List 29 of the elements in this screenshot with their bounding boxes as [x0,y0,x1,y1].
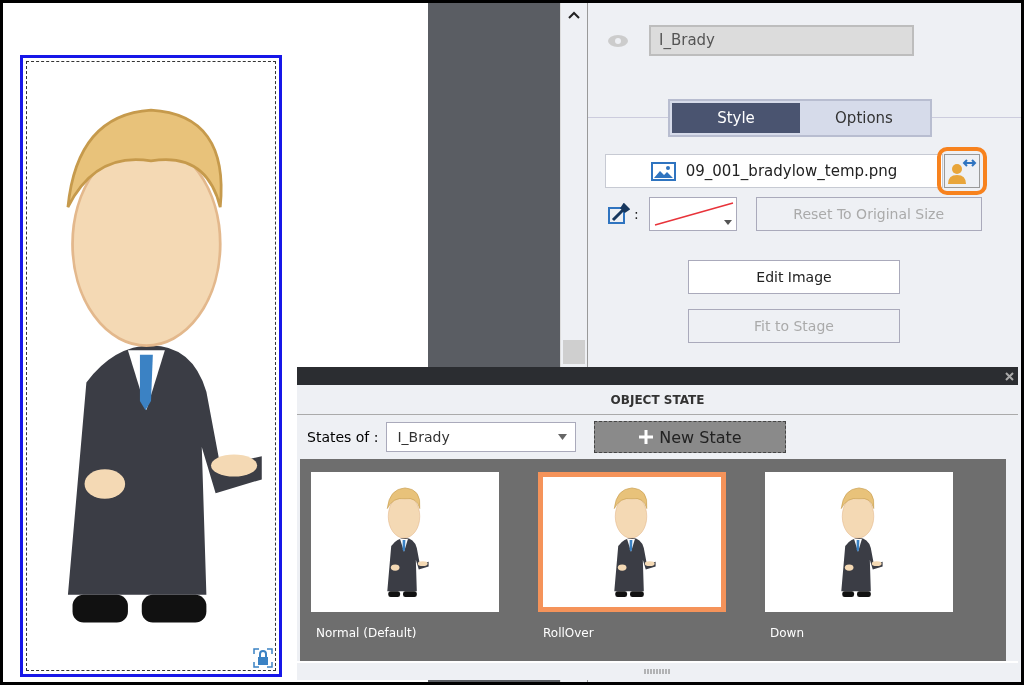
person-arrows-icon [947,158,977,184]
state-label: Down [769,626,805,640]
plus-icon [639,430,654,444]
stroke-style-dropdown[interactable] [648,197,737,231]
image-file-name: 09_001_bradylow_temp.png [685,162,898,180]
image-icon [650,161,676,181]
states-of-label: States of : [307,429,379,445]
object-select[interactable]: I_Brady [386,422,577,452]
state-thumbnail[interactable] [765,472,953,612]
dropdown-arrow-icon [558,434,568,440]
swap-image-button[interactable] [944,154,980,188]
colon-label: : [634,206,639,222]
edit-image-button[interactable]: Edit Image [688,260,900,294]
resize-grip-icon[interactable] [643,669,672,674]
close-icon[interactable] [1005,371,1014,381]
lock-icon[interactable] [253,648,273,668]
scrollbar-thumb[interactable] [563,340,585,364]
object-name-field[interactable]: I_Brady [649,25,914,56]
new-state-button[interactable]: New State [594,421,787,453]
state-label: RollOver [542,626,595,640]
image-file-field[interactable]: 09_001_bradylow_temp.png [605,154,943,188]
panel-title: OBJECT STATE [297,385,1018,415]
state-label: Normal (Default) [315,626,418,640]
eyedropper-icon[interactable] [608,203,630,225]
tab[interactable]: Style [672,103,800,133]
tab[interactable]: Options [800,103,928,133]
scroll-up-icon[interactable] [568,11,580,19]
state-thumbnail[interactable] [311,472,499,612]
state-thumbnail[interactable] [538,472,726,612]
